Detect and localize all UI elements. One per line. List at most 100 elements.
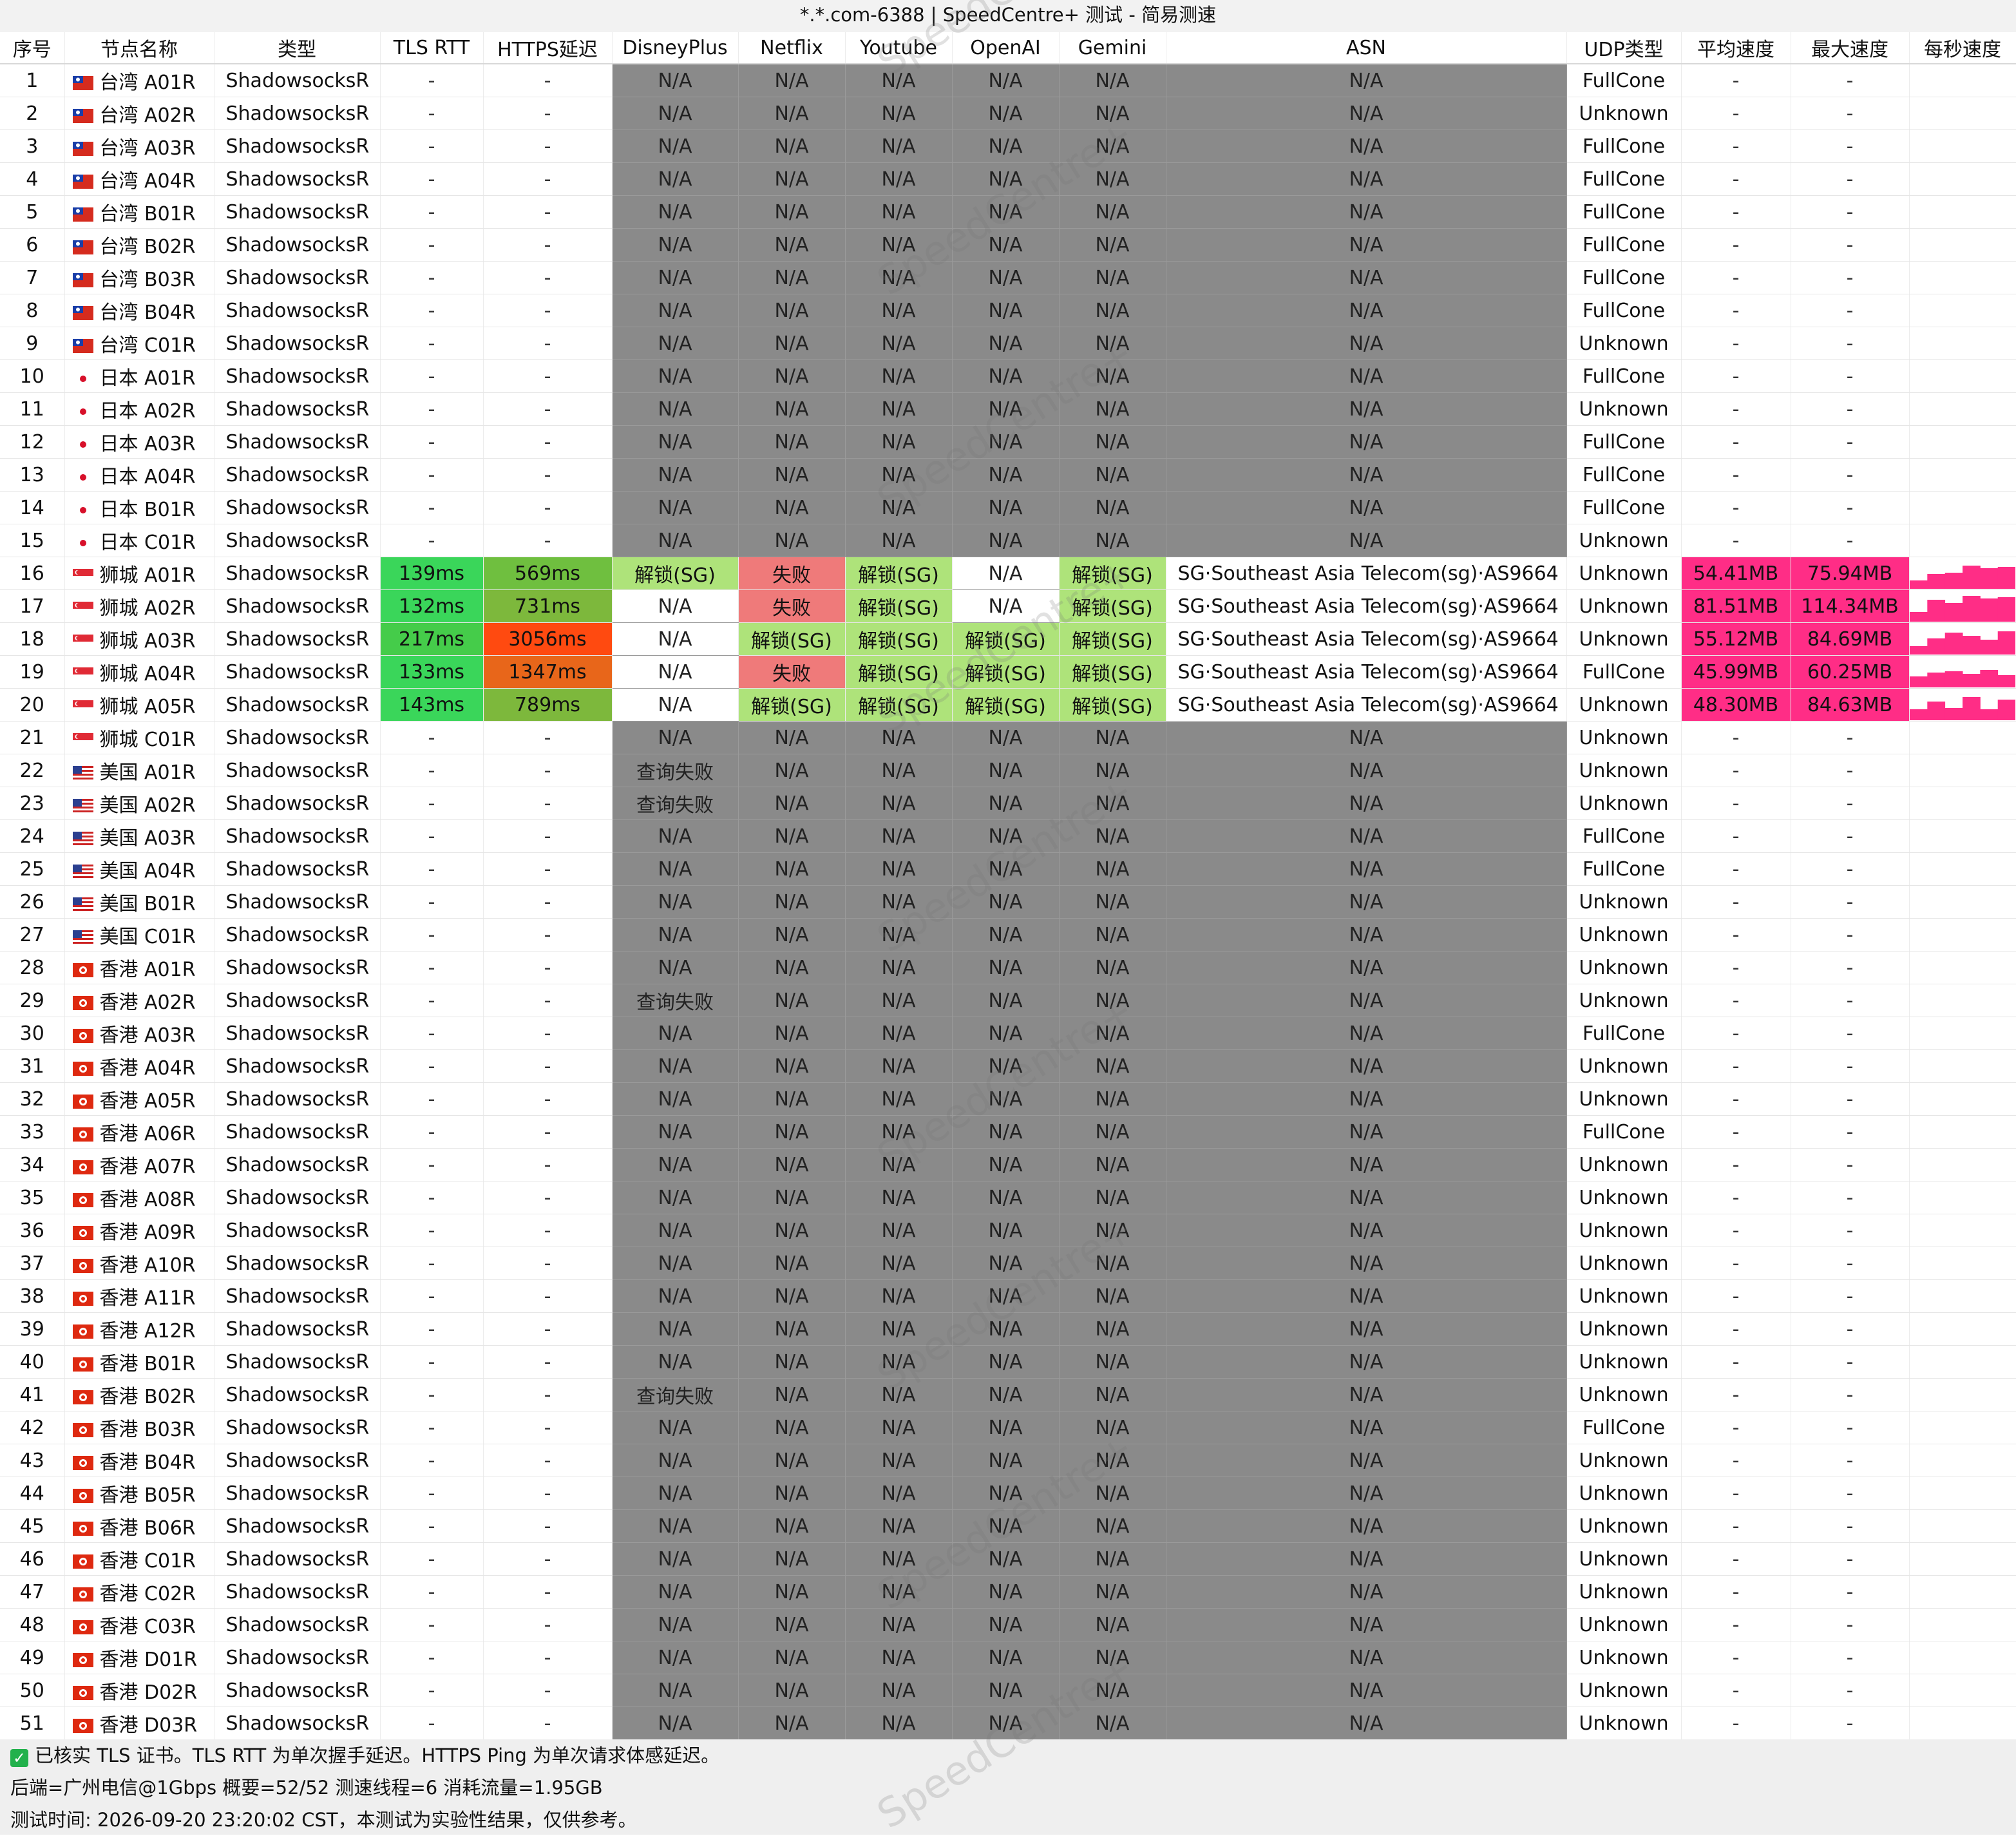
- col-header-node-name[interactable]: 节点名称: [64, 32, 214, 64]
- table-row[interactable]: 41 香港 B02R ShadowsocksR - - 查询失败 N/A N/A N/A N/A N…: [0, 1378, 2016, 1411]
- max-speed: -: [1791, 524, 1910, 557]
- netflix-status: N/A: [738, 1279, 846, 1313]
- col-header-disneyplus[interactable]: DisneyPlus: [612, 32, 739, 64]
- table-row[interactable]: 9 台湾 C01R ShadowsocksR - - N/A N/A N/A N/A N/A N/A…: [0, 327, 2016, 360]
- https-latency: -: [483, 97, 613, 130]
- udp-type: FullCone: [1566, 819, 1682, 853]
- tls-rtt: -: [380, 327, 484, 360]
- row-index: 6: [0, 228, 65, 262]
- table-row[interactable]: 15 日本 C01R ShadowsocksR - - N/A N/A N/A N/A N/A N/…: [0, 524, 2016, 557]
- col-header-gemini[interactable]: Gemini: [1059, 32, 1166, 64]
- speed-sparkline-chart: [1909, 566, 2015, 589]
- table-row[interactable]: 13 日本 A04R ShadowsocksR - - N/A N/A N/A N/A N/A N/…: [0, 458, 2016, 492]
- table-row[interactable]: 23 美国 A02R ShadowsocksR - - 查询失败 N/A N/A N/A N/A N…: [0, 787, 2016, 820]
- table-row[interactable]: 5 台湾 B01R ShadowsocksR - - N/A N/A N/A N/A N/A N/A…: [0, 195, 2016, 229]
- col-header-netflix[interactable]: Netflix: [738, 32, 846, 64]
- col-header-avg-speed[interactable]: 平均速度: [1681, 32, 1791, 64]
- table-row[interactable]: 33 香港 A06R ShadowsocksR - - N/A N/A N/A N/A N/A N/…: [0, 1115, 2016, 1149]
- col-header-per-second-speed[interactable]: 每秒速度: [1909, 32, 2016, 64]
- table-row[interactable]: 30 香港 A03R ShadowsocksR - - N/A N/A N/A N/A N/A N/…: [0, 1017, 2016, 1050]
- https-latency: -: [483, 228, 613, 262]
- col-header-type[interactable]: 类型: [214, 32, 381, 64]
- https-latency: -: [483, 458, 613, 492]
- table-row[interactable]: 2 台湾 A02R ShadowsocksR - - N/A N/A N/A N/A N/A N/A…: [0, 97, 2016, 130]
- udp-type: Unknown: [1566, 1641, 1682, 1674]
- table-row[interactable]: 34 香港 A07R ShadowsocksR - - N/A N/A N/A N/A N/A N/…: [0, 1148, 2016, 1181]
- col-header-udp-type[interactable]: UDP类型: [1566, 32, 1682, 64]
- table-row[interactable]: 46 香港 C01R ShadowsocksR - - N/A N/A N/A N/A N/A N/…: [0, 1542, 2016, 1576]
- table-row[interactable]: 6 台湾 B02R ShadowsocksR - - N/A N/A N/A N/A N/A N/A…: [0, 228, 2016, 262]
- hk-flag-icon: [72, 1587, 93, 1602]
- disneyplus-status: N/A: [612, 97, 739, 130]
- table-row[interactable]: 35 香港 A08R ShadowsocksR - - N/A N/A N/A N/A N/A N/…: [0, 1181, 2016, 1214]
- gemini-status: N/A: [1059, 97, 1166, 130]
- table-row[interactable]: 28 香港 A01R ShadowsocksR - - N/A N/A N/A N/A N/A N/…: [0, 951, 2016, 984]
- table-row[interactable]: 39 香港 A12R ShadowsocksR - - N/A N/A N/A N/A N/A N/…: [0, 1312, 2016, 1346]
- col-header-asn[interactable]: ASN: [1166, 32, 1567, 64]
- tls-rtt: -: [380, 1674, 484, 1707]
- table-row[interactable]: 43 香港 B04R ShadowsocksR - - N/A N/A N/A N/A N/A N/…: [0, 1444, 2016, 1477]
- table-row[interactable]: 26 美国 B01R ShadowsocksR - - N/A N/A N/A N/A N/A N/…: [0, 885, 2016, 919]
- col-header-https-latency[interactable]: HTTPS延迟: [483, 32, 613, 64]
- table-row[interactable]: 19 狮城 A04R ShadowsocksR 133ms 1347ms N/A 失败 解锁(…: [0, 655, 2016, 689]
- table-row[interactable]: 37 香港 A10R ShadowsocksR - - N/A N/A N/A N/A N/A N/…: [0, 1247, 2016, 1280]
- table-row[interactable]: 10 日本 A01R ShadowsocksR - - N/A N/A N/A N/A N/A N/…: [0, 359, 2016, 393]
- disneyplus-status: N/A: [612, 1181, 739, 1214]
- netflix-status: N/A: [738, 425, 846, 459]
- https-latency: -: [483, 1575, 613, 1609]
- col-header-openai[interactable]: OpenAI: [952, 32, 1060, 64]
- table-row[interactable]: 7 台湾 B03R ShadowsocksR - - N/A N/A N/A N/A N/A N/A…: [0, 261, 2016, 294]
- https-latency: -: [483, 885, 613, 919]
- table-row[interactable]: 14 日本 B01R ShadowsocksR - - N/A N/A N/A N/A N/A N/…: [0, 491, 2016, 524]
- tw-flag-icon: [72, 240, 93, 254]
- table-row[interactable]: 40 香港 B01R ShadowsocksR - - N/A N/A N/A N/A N/A N/…: [0, 1345, 2016, 1379]
- table-row[interactable]: 44 香港 B05R ShadowsocksR - - N/A N/A N/A N/A N/A N/…: [0, 1477, 2016, 1510]
- row-index: 18: [0, 622, 65, 656]
- node-name-cell: 美国 B01R: [64, 885, 214, 919]
- table-row[interactable]: 4 台湾 A04R ShadowsocksR - - N/A N/A N/A N/A N/A N/A…: [0, 162, 2016, 196]
- table-row[interactable]: 25 美国 A04R ShadowsocksR - - N/A N/A N/A N/A N/A N/…: [0, 852, 2016, 886]
- node-type: ShadowsocksR: [214, 1707, 381, 1740]
- jp-flag-icon: [72, 372, 93, 386]
- gemini-status: N/A: [1059, 392, 1166, 426]
- node-type: ShadowsocksR: [214, 64, 381, 97]
- table-row[interactable]: 29 香港 A02R ShadowsocksR - - 查询失败 N/A N/A N/A N/A N…: [0, 984, 2016, 1017]
- netflix-status: 失败: [738, 589, 846, 623]
- table-row[interactable]: 45 香港 B06R ShadowsocksR - - N/A N/A N/A N/A N/A N/…: [0, 1509, 2016, 1543]
- table-row[interactable]: 48 香港 C03R ShadowsocksR - - N/A N/A N/A N/A N/A N/…: [0, 1608, 2016, 1641]
- table-row[interactable]: 12 日本 A03R ShadowsocksR - - N/A N/A N/A N/A N/A N/…: [0, 425, 2016, 459]
- udp-type: FullCone: [1566, 228, 1682, 262]
- table-row[interactable]: 27 美国 C01R ShadowsocksR - - N/A N/A N/A N/A N/A N/…: [0, 918, 2016, 951]
- netflix-status: N/A: [738, 1115, 846, 1149]
- table-row[interactable]: 47 香港 C02R ShadowsocksR - - N/A N/A N/A N/A N/A N/…: [0, 1575, 2016, 1609]
- table-row[interactable]: 3 台湾 A03R ShadowsocksR - - N/A N/A N/A N/A N/A N/A…: [0, 129, 2016, 163]
- table-row[interactable]: 22 美国 A01R ShadowsocksR - - 查询失败 N/A N/A N/A N/A N…: [0, 754, 2016, 787]
- col-header-youtube[interactable]: Youtube: [845, 32, 953, 64]
- asn: N/A: [1166, 787, 1567, 820]
- table-row[interactable]: 8 台湾 B04R ShadowsocksR - - N/A N/A N/A N/A N/A N/A…: [0, 294, 2016, 327]
- table-row[interactable]: 16 狮城 A01R ShadowsocksR 139ms 569ms 解锁(SG) 失败解…: [0, 557, 2016, 590]
- table-row[interactable]: 18 狮城 A03R ShadowsocksR 217ms 3056ms N/A 解锁(SG…: [0, 622, 2016, 656]
- table-row[interactable]: 36 香港 A09R ShadowsocksR - - N/A N/A N/A N/A N/A N/…: [0, 1214, 2016, 1247]
- table-row[interactable]: 32 香港 A05R ShadowsocksR - - N/A N/A N/A N/A N/A N/…: [0, 1082, 2016, 1116]
- table-row[interactable]: 21 狮城 C01R ShadowsocksR - - N/A N/A N/A N/A N/A N/…: [0, 721, 2016, 754]
- row-index: 24: [0, 819, 65, 853]
- table-row[interactable]: 50 香港 D02R ShadowsocksR - - N/A N/A N/A N/A N/A N/…: [0, 1674, 2016, 1707]
- table-row[interactable]: 20 狮城 A05R ShadowsocksR 143ms 789ms N/A 解锁(SG)…: [0, 688, 2016, 722]
- col-header-max-speed[interactable]: 最大速度: [1791, 32, 1910, 64]
- table-row[interactable]: 17 狮城 A02R ShadowsocksR 132ms 731ms N/A 失败 解锁(S…: [0, 589, 2016, 623]
- table-row[interactable]: 42 香港 B03R ShadowsocksR - - N/A N/A N/A N/A N/A N/…: [0, 1411, 2016, 1444]
- col-header-tls-rtt[interactable]: TLS RTT: [380, 32, 484, 64]
- table-row[interactable]: 24 美国 A03R ShadowsocksR - - N/A N/A N/A N/A N/A N/…: [0, 819, 2016, 853]
- table-row[interactable]: 49 香港 D01R ShadowsocksR - - N/A N/A N/A N/A N/A N/…: [0, 1641, 2016, 1674]
- table-row[interactable]: 1 台湾 A01R ShadowsocksR - - N/A N/A N/A N/A N/A N/A…: [0, 64, 2016, 97]
- col-header-index[interactable]: 序号: [0, 32, 65, 64]
- table-row[interactable]: 51 香港 D03R ShadowsocksR - - N/A N/A N/A N/A N/A N/…: [0, 1707, 2016, 1740]
- tls-rtt: -: [380, 1641, 484, 1674]
- table-row[interactable]: 38 香港 A11R ShadowsocksR - - N/A N/A N/A N/A N/A N/…: [0, 1279, 2016, 1313]
- youtube-status: N/A: [845, 97, 953, 130]
- table-row[interactable]: 11 日本 A02R ShadowsocksR - - N/A N/A N/A N/A N/A N/…: [0, 392, 2016, 426]
- node-name-cell: 台湾 C01R: [64, 327, 214, 360]
- table-row[interactable]: 31 香港 A04R ShadowsocksR - - N/A N/A N/A N/A N/A N/…: [0, 1049, 2016, 1083]
- gemini-status: N/A: [1059, 1509, 1166, 1543]
